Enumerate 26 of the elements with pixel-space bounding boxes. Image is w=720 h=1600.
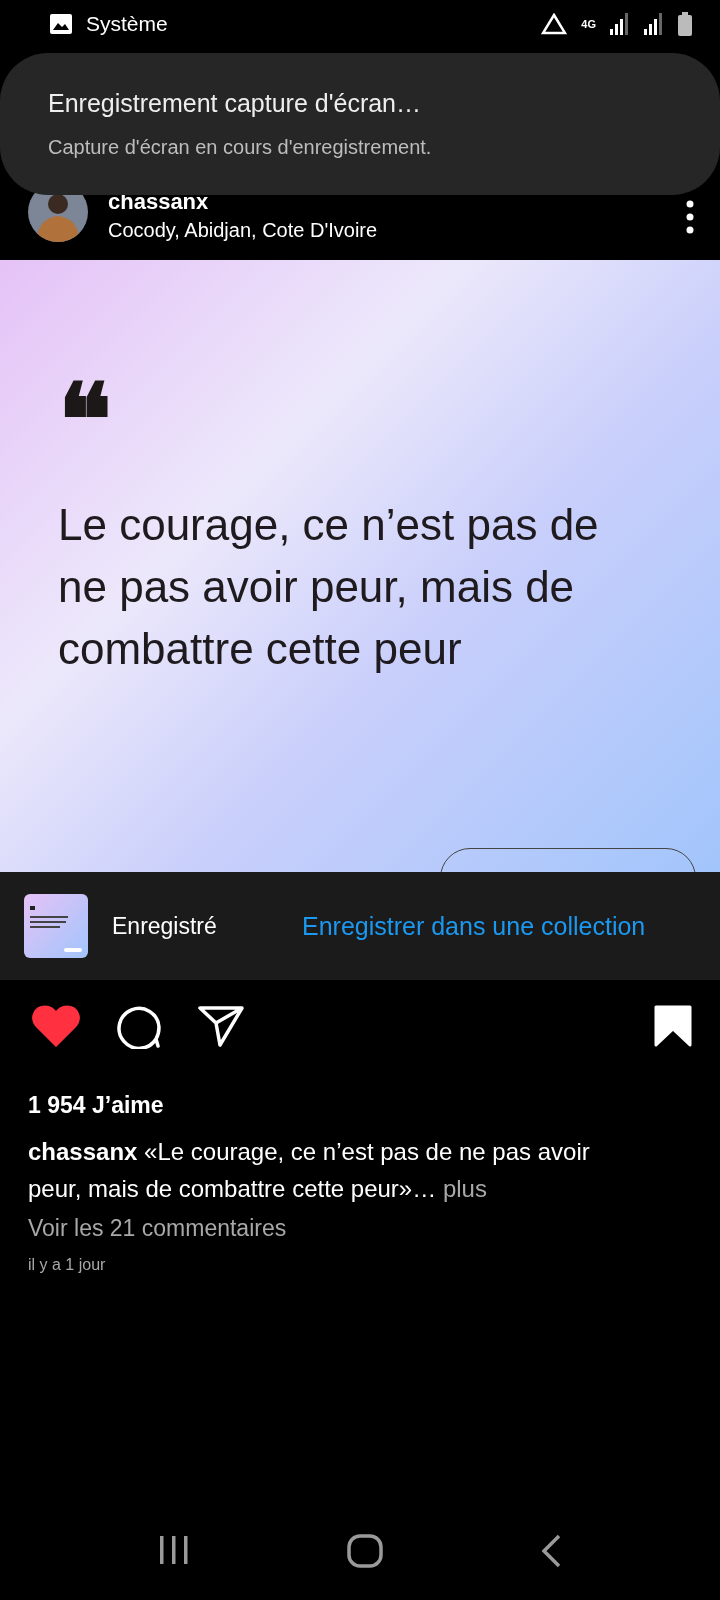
signal-icon [610,13,630,35]
notification-title: Enregistrement capture d'écran… [48,89,422,118]
back-icon[interactable] [539,1534,562,1568]
saved-label: Enregistré [112,912,218,940]
post-location[interactable]: Cocody, Abidjan, Cote D'Ivoire [108,219,666,242]
recent-apps-icon[interactable] [158,1534,191,1566]
post-thumbnail [24,894,88,958]
more-options-icon[interactable] [686,200,694,234]
gallery-icon [50,14,72,34]
share-button[interactable] [198,1005,244,1047]
notification-message: Capture d'écran en cours d'enregistrement. [48,136,433,159]
post-caption: chassanx «Le courage, ce n’est pas de ne pas avoir peur, mais de combattre cette peur»… plus [28,1137,591,1204]
post-time: il y a 1 jour [28,1256,107,1274]
home-icon[interactable] [347,1534,383,1568]
likes-count[interactable]: 1 954 J’aime [28,1092,692,1119]
battery-icon [678,12,692,36]
network-type: 4G [581,18,596,30]
quote-mark: ❝ [58,360,112,480]
more-link[interactable]: plus [442,1175,487,1202]
view-comments-link[interactable]: Voir les 21 commentaires [28,1215,692,1242]
signal-icon [644,13,664,35]
like-button[interactable] [32,1005,80,1047]
save-to-collection-link[interactable]: Enregistrer dans une collection [302,911,646,941]
quote-text: Le courage, ce n’est pas de ne pas avoir peur, mais de combattre cette peur [58,499,600,675]
bookmark-button[interactable] [654,1005,692,1047]
status-app-label: Système [86,12,168,36]
